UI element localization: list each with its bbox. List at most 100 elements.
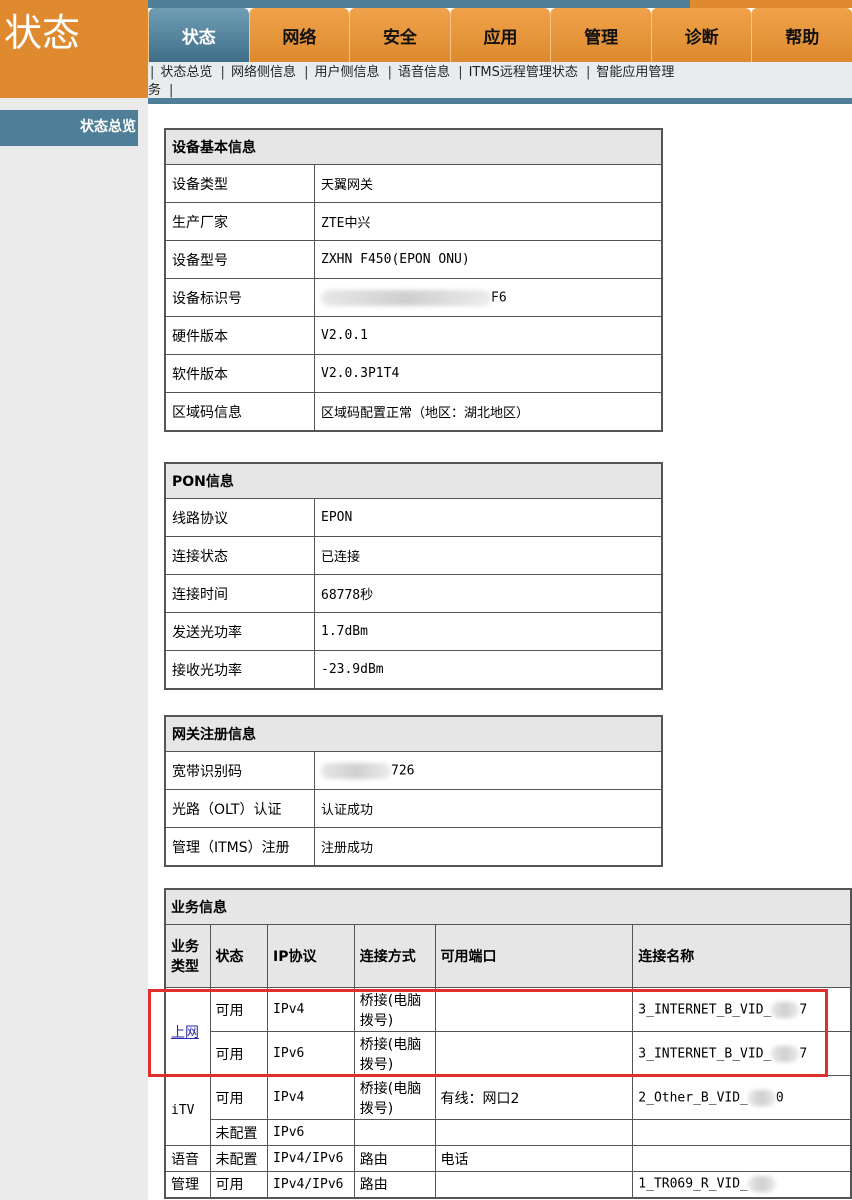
column-header: 业务类型 xyxy=(164,924,211,988)
column-header: 状态 xyxy=(209,924,269,988)
column-header: 连接名称 xyxy=(632,924,852,988)
row-label: 软件版本 xyxy=(164,354,315,393)
table-cell: IPv4 xyxy=(267,1075,355,1120)
table-cell: 3_INTERNET_B_VID_ 7 xyxy=(632,987,852,1032)
tab-management[interactable]: 管理 xyxy=(550,8,651,62)
table-cell xyxy=(434,987,634,1032)
table-cell xyxy=(434,1119,634,1146)
row-label: 连接状态 xyxy=(164,536,315,575)
service-type-cell: iTV xyxy=(164,1075,211,1146)
redaction-blur xyxy=(771,1001,800,1018)
row-label: 管理（ITMS）注册 xyxy=(164,827,315,867)
table-cell: 1_TR069_R_VID_ xyxy=(632,1171,852,1198)
table-cell xyxy=(434,1031,634,1076)
row-value: 注册成功 xyxy=(314,827,663,867)
table-cell: 可用 xyxy=(209,1031,269,1076)
row-value-tail: 726 xyxy=(391,763,415,778)
table-cell xyxy=(632,1145,852,1172)
table-cell: IPv4/IPv6 xyxy=(267,1145,355,1172)
service-info-header: 业务信息 xyxy=(164,888,852,925)
table-cell: 路由 xyxy=(353,1171,436,1198)
row-value: -23.9dBm xyxy=(314,650,663,690)
row-value: V2.0.1 xyxy=(314,316,663,355)
row-value: ZTE中兴 xyxy=(314,202,663,241)
row-value: ZXHN F450(EPON ONU) xyxy=(314,240,663,279)
connection-name: 2_Other_B_VID_ xyxy=(638,1090,748,1105)
redaction-blur xyxy=(321,289,491,306)
row-label: 接收光功率 xyxy=(164,650,315,690)
connection-name: 1_TR069_R_VID_ xyxy=(638,1176,748,1192)
service-type-internet-link[interactable]: 上网 xyxy=(171,1025,199,1041)
table-cell: 路由 xyxy=(353,1145,436,1172)
row-value-tail: F6 xyxy=(491,290,507,305)
table-cell xyxy=(353,1119,436,1146)
service-type-cell: 管理 xyxy=(164,1171,211,1198)
connection-name-tail: 0 xyxy=(775,1090,784,1105)
row-label: 连接时间 xyxy=(164,574,315,613)
subnav-network-side[interactable]: 网络侧信息 xyxy=(231,65,296,80)
table-cell: 3_INTERNET_B_VID_ 7 xyxy=(632,1031,852,1076)
row-value: 68778秒 xyxy=(314,574,663,613)
sidebar-item-status-overview[interactable]: 状态总览 xyxy=(0,110,138,146)
page-title: 状态 xyxy=(0,0,148,98)
redaction-blur xyxy=(747,1176,776,1193)
tab-network[interactable]: 网络 xyxy=(248,8,350,62)
subnav-user-side[interactable]: 用户侧信息 xyxy=(314,65,379,80)
table-cell: 桥接(电脑拨号) xyxy=(353,1075,436,1120)
subnav-voice[interactable]: 语音信息 xyxy=(398,65,450,80)
device-info-header: 设备基本信息 xyxy=(164,128,663,165)
service-type-cell: 上网 xyxy=(164,987,211,1076)
redaction-blur xyxy=(321,762,391,779)
table-cell: IPv4 xyxy=(267,987,355,1032)
redaction-blur xyxy=(771,1045,800,1062)
row-value: 区域码配置正常（地区：湖北地区） xyxy=(314,392,663,432)
top-strip-accent xyxy=(690,0,852,8)
tab-status[interactable]: 状态 xyxy=(148,8,249,62)
sub-navigation: | 状态总览 | 网络侧信息 | 用户侧信息 | 语音信息 | ITMS远程管理状态 | 智… xyxy=(148,62,852,104)
device-info-table: 设备基本信息 设备类型 天翼网关 生产厂家 ZTE中兴 设备型号 ZXHN F450(… xyxy=(164,128,663,432)
subnav-smart-app-cont[interactable]: 务 xyxy=(148,83,161,98)
row-value: 已连接 xyxy=(314,536,663,575)
subnav-status-overview[interactable]: 状态总览 xyxy=(160,65,212,80)
row-label: 宽带识别码 xyxy=(164,751,315,790)
table-cell: 有线：网口2 xyxy=(434,1075,634,1120)
row-value-redacted: 726 xyxy=(314,751,663,790)
tab-help[interactable]: 帮助 xyxy=(751,8,852,62)
table-cell: 未配置 xyxy=(209,1145,269,1172)
table-cell: 未配置 xyxy=(209,1119,269,1146)
table-cell xyxy=(434,1171,634,1198)
table-cell: 2_Other_B_VID_ 0 xyxy=(632,1075,852,1120)
table-cell: IPv6 xyxy=(267,1119,355,1146)
pon-info-table: PON信息 线路协议 EPON 连接状态 已连接 连接时间 68778秒 发送光功率 1… xyxy=(164,462,663,690)
row-value: EPON xyxy=(314,498,663,537)
subnav-smart-app[interactable]: 智能应用管理 xyxy=(596,65,674,80)
subnav-itms[interactable]: ITMS远程管理状态 xyxy=(469,65,578,80)
gateway-info-header: 网关注册信息 xyxy=(164,715,663,752)
column-header: 连接方式 xyxy=(353,924,436,988)
row-label: 发送光功率 xyxy=(164,612,315,651)
pon-info-header: PON信息 xyxy=(164,462,663,499)
redaction-blur xyxy=(747,1089,776,1106)
row-value: 认证成功 xyxy=(314,789,663,828)
row-value: 1.7dBm xyxy=(314,612,663,651)
table-row: 未配置 IPv6 xyxy=(165,1119,852,1146)
tab-diagnosis[interactable]: 诊断 xyxy=(650,8,752,62)
row-label: 生产厂家 xyxy=(164,202,315,241)
column-header: 可用端口 xyxy=(434,924,634,988)
service-info-table: 业务信息 业务类型 状态 IP协议 连接方式 可用端口 连接名称 上网 可用 I… xyxy=(164,888,852,1199)
tab-application[interactable]: 应用 xyxy=(449,8,551,62)
row-value: V2.0.3P1T4 xyxy=(314,354,663,393)
table-cell: 可用 xyxy=(209,987,269,1032)
table-cell: 可用 xyxy=(209,1171,269,1198)
sidebar: 状态总览 xyxy=(0,98,148,1200)
row-label: 设备标识号 xyxy=(164,278,315,317)
gateway-registration-table: 网关注册信息 宽带识别码 726 光路（OLT）认证 认证成功 管理（ITMS）注册… xyxy=(164,715,663,867)
table-row: 可用 IPv6 桥接(电脑拨号) 3_INTERNET_B_VID_ 7 xyxy=(165,1031,852,1076)
table-cell: 可用 xyxy=(209,1075,269,1120)
row-value-redacted: F6 xyxy=(314,278,663,317)
row-label: 区域码信息 xyxy=(164,392,315,432)
row-label: 线路协议 xyxy=(164,498,315,537)
table-cell: 桥接(电脑拨号) xyxy=(353,1031,436,1076)
table-cell: IPv4/IPv6 xyxy=(267,1171,355,1198)
tab-security[interactable]: 安全 xyxy=(349,8,450,62)
